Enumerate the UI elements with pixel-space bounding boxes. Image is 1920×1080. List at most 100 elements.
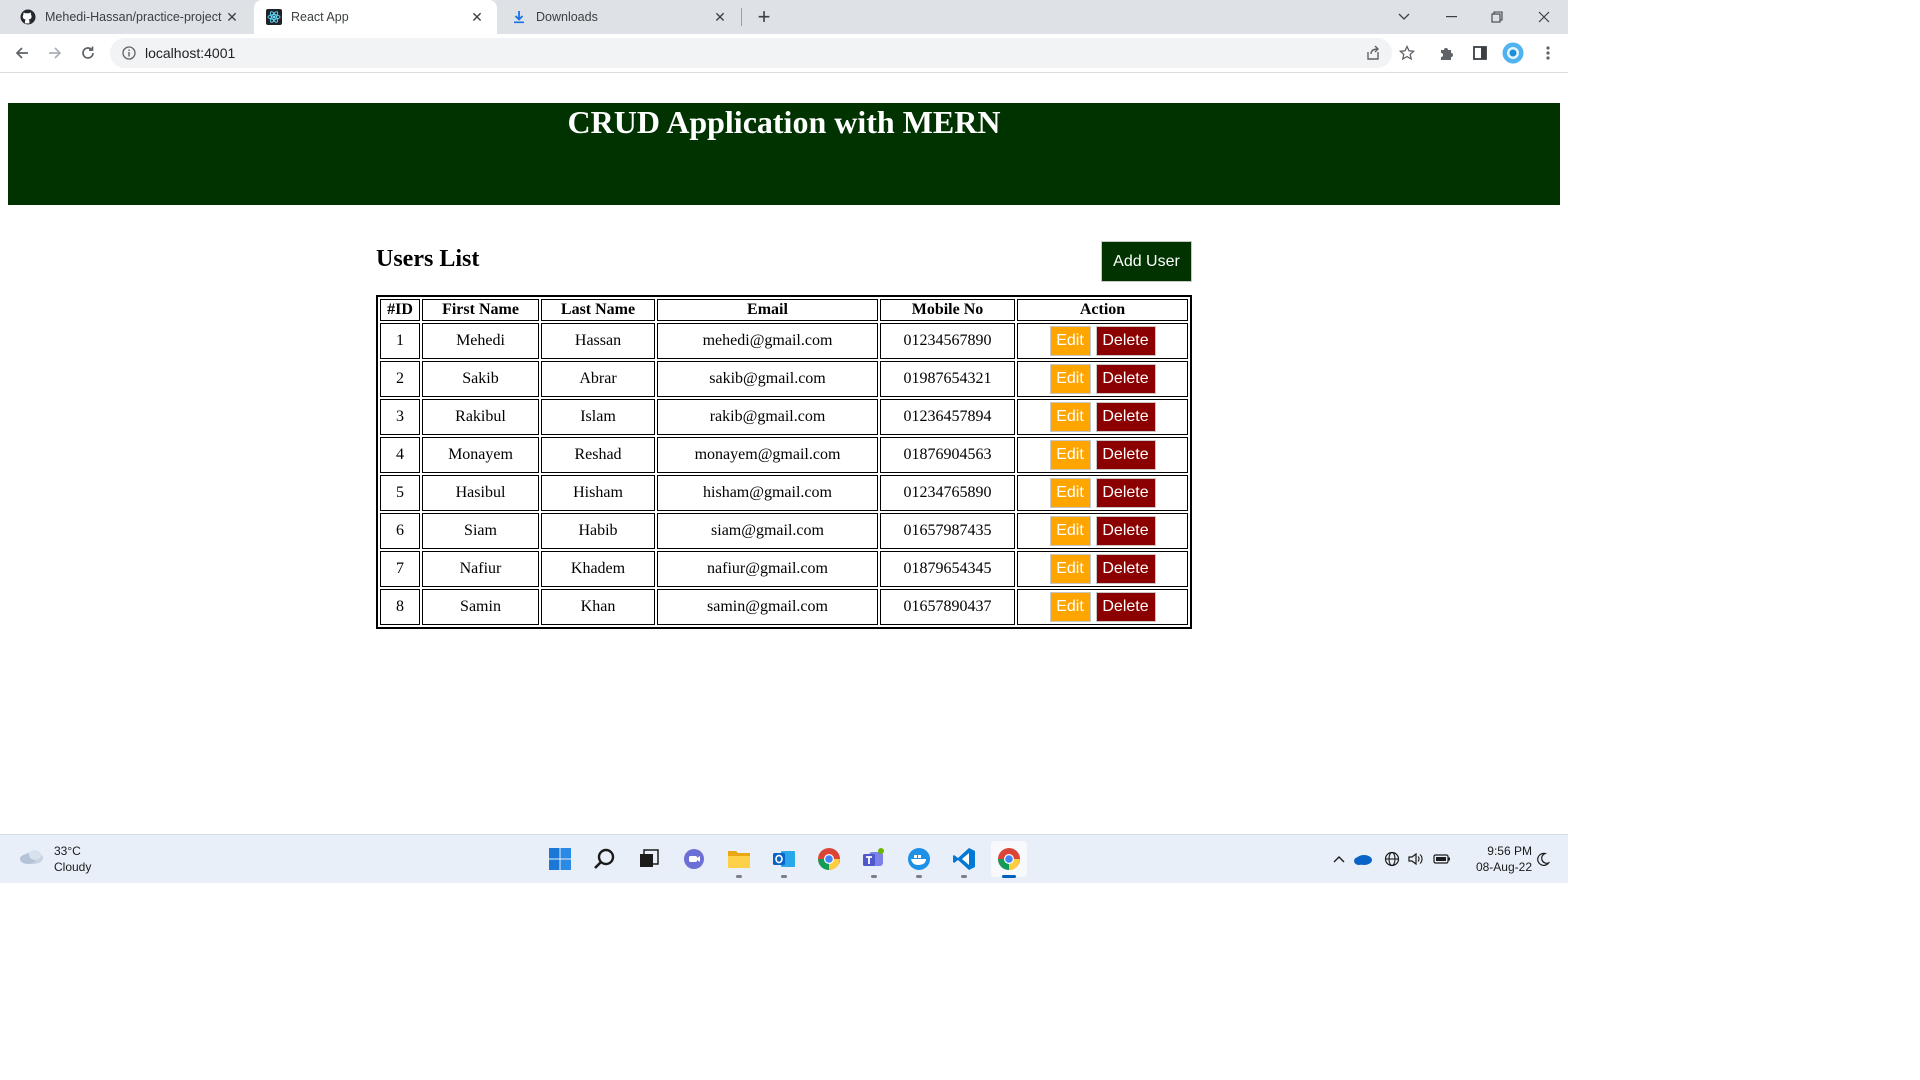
delete-button[interactable]: Delete — [1095, 516, 1156, 546]
add-user-button[interactable]: Add User — [1101, 241, 1192, 282]
notifications-moon-icon[interactable] — [1533, 849, 1553, 869]
search-icon[interactable] — [587, 841, 623, 877]
table-row: 5 Hasibul Hisham hisham@gmail.com 0123476589… — [380, 475, 1188, 511]
cell-email: hisham@gmail.com — [657, 475, 878, 511]
delete-button[interactable]: Delete — [1095, 478, 1156, 508]
cell-email: sakib@gmail.com — [657, 361, 878, 397]
cell-last-name: Khan — [541, 589, 655, 625]
github-icon — [20, 9, 36, 25]
weather-widget[interactable]: 33°C Cloudy — [18, 843, 91, 875]
table-row: 1 Mehedi Hassan mehedi@gmail.com 01234567890… — [380, 323, 1188, 359]
cell-mobile: 01879654345 — [880, 551, 1015, 587]
cell-last-name: Hisham — [541, 475, 655, 511]
delete-button[interactable]: Delete — [1095, 440, 1156, 470]
running-indicator — [781, 875, 787, 878]
tab-github[interactable]: Mehedi-Hassan/practice-project ✕ — [8, 0, 252, 34]
reload-icon[interactable] — [73, 38, 103, 68]
file-explorer-icon[interactable] — [721, 841, 757, 878]
cell-id: 6 — [380, 513, 420, 549]
close-icon[interactable]: ✕ — [710, 9, 730, 26]
volume-icon[interactable] — [1405, 849, 1425, 869]
cell-mobile: 01987654321 — [880, 361, 1015, 397]
edit-button[interactable]: Edit — [1049, 326, 1091, 356]
edit-button[interactable]: Edit — [1049, 440, 1091, 470]
tab-search-icon[interactable] — [1381, 0, 1427, 34]
cell-first-name: Mehedi — [422, 323, 539, 359]
minimize-icon[interactable] — [1428, 0, 1474, 34]
cell-last-name: Khadem — [541, 551, 655, 587]
cell-email: rakib@gmail.com — [657, 399, 878, 435]
edit-button[interactable]: Edit — [1049, 402, 1091, 432]
windows-start-icon[interactable] — [542, 841, 578, 877]
edit-button[interactable]: Edit — [1049, 554, 1091, 584]
tab-react-app[interactable]: React App ✕ — [254, 0, 497, 34]
edit-button[interactable]: Edit — [1049, 364, 1091, 394]
back-arrow-icon[interactable] — [7, 38, 37, 68]
delete-button[interactable]: Delete — [1095, 402, 1156, 432]
tab-separator — [741, 8, 742, 26]
close-icon[interactable]: ✕ — [222, 9, 242, 26]
delete-button[interactable]: Delete — [1095, 326, 1156, 356]
cell-id: 5 — [380, 475, 420, 511]
cell-email: siam@gmail.com — [657, 513, 878, 549]
delete-button[interactable]: Delete — [1095, 592, 1156, 622]
edit-button[interactable]: Edit — [1049, 478, 1091, 508]
cell-email: monayem@gmail.com — [657, 437, 878, 473]
cell-id: 2 — [380, 361, 420, 397]
share-icon[interactable] — [1358, 38, 1388, 68]
tab-title: Downloads — [536, 10, 598, 24]
cell-action: Edit Delete — [1017, 513, 1188, 549]
cell-action: Edit Delete — [1017, 437, 1188, 473]
chrome-icon[interactable] — [811, 841, 847, 877]
docker-icon[interactable] — [901, 841, 937, 878]
cell-action: Edit Delete — [1017, 361, 1188, 397]
cell-last-name: Hassan — [541, 323, 655, 359]
system-clock[interactable]: 9:56 PM 08-Aug-22 — [1458, 843, 1532, 875]
tab-downloads[interactable]: Downloads ✕ — [499, 0, 740, 34]
new-tab-button[interactable]: + — [753, 4, 775, 30]
tab-title: Mehedi-Hassan/practice-project — [45, 10, 222, 24]
cell-mobile: 01236457894 — [880, 399, 1015, 435]
cell-first-name: Sakib — [422, 361, 539, 397]
close-icon[interactable]: ✕ — [467, 9, 487, 26]
bookmark-star-icon[interactable] — [1392, 38, 1422, 68]
column-header-mobile: Mobile No — [880, 299, 1015, 321]
delete-button[interactable]: Delete — [1095, 364, 1156, 394]
table-row: 3 Rakibul Islam rakib@gmail.com 01236457894 E… — [380, 399, 1188, 435]
restore-icon[interactable] — [1474, 0, 1520, 34]
profile-avatar-icon[interactable] — [1498, 38, 1528, 68]
cell-id: 3 — [380, 399, 420, 435]
browser-tab-bar: Mehedi-Hassan/practice-project ✕ React A… — [0, 0, 1568, 34]
chat-icon[interactable] — [676, 841, 712, 877]
cell-action: Edit Delete — [1017, 399, 1188, 435]
forward-arrow-icon[interactable] — [40, 38, 70, 68]
teams-icon[interactable] — [856, 841, 892, 878]
cell-last-name: Habib — [541, 513, 655, 549]
weather-description: Cloudy — [54, 860, 92, 874]
onedrive-icon[interactable] — [1353, 849, 1373, 869]
chrome-active-icon[interactable] — [991, 841, 1027, 878]
extensions-icon[interactable] — [1432, 38, 1462, 68]
address-bar[interactable]: localhost:4001 — [110, 38, 1392, 68]
clock-time: 9:56 PM — [1487, 844, 1532, 858]
table-row: 2 Sakib Abrar sakib@gmail.com 01987654321 Edi… — [380, 361, 1188, 397]
info-icon[interactable] — [121, 45, 137, 61]
delete-button[interactable]: Delete — [1095, 554, 1156, 584]
users-table: #ID First Name Last Name Email Mobile No… — [376, 295, 1192, 629]
battery-icon[interactable] — [1432, 849, 1452, 869]
chrome-menu-icon[interactable] — [1533, 38, 1563, 68]
side-panel-icon[interactable] — [1465, 38, 1495, 68]
language-globe-icon[interactable] — [1382, 849, 1402, 869]
chevron-up-icon[interactable] — [1329, 849, 1349, 869]
outlook-icon[interactable] — [766, 841, 802, 878]
column-header-id: #ID — [380, 299, 420, 321]
clock-date: 08-Aug-22 — [1475, 860, 1532, 874]
edit-button[interactable]: Edit — [1049, 592, 1091, 622]
table-row: 8 Samin Khan samin@gmail.com 01657890437 Edit… — [380, 589, 1188, 625]
task-view-icon[interactable] — [631, 841, 667, 877]
weather-temperature: 33°C — [54, 844, 81, 858]
vscode-icon[interactable] — [946, 841, 982, 878]
app-title: CRUD Application with MERN — [567, 104, 1001, 140]
close-window-icon[interactable] — [1521, 0, 1567, 34]
edit-button[interactable]: Edit — [1049, 516, 1091, 546]
